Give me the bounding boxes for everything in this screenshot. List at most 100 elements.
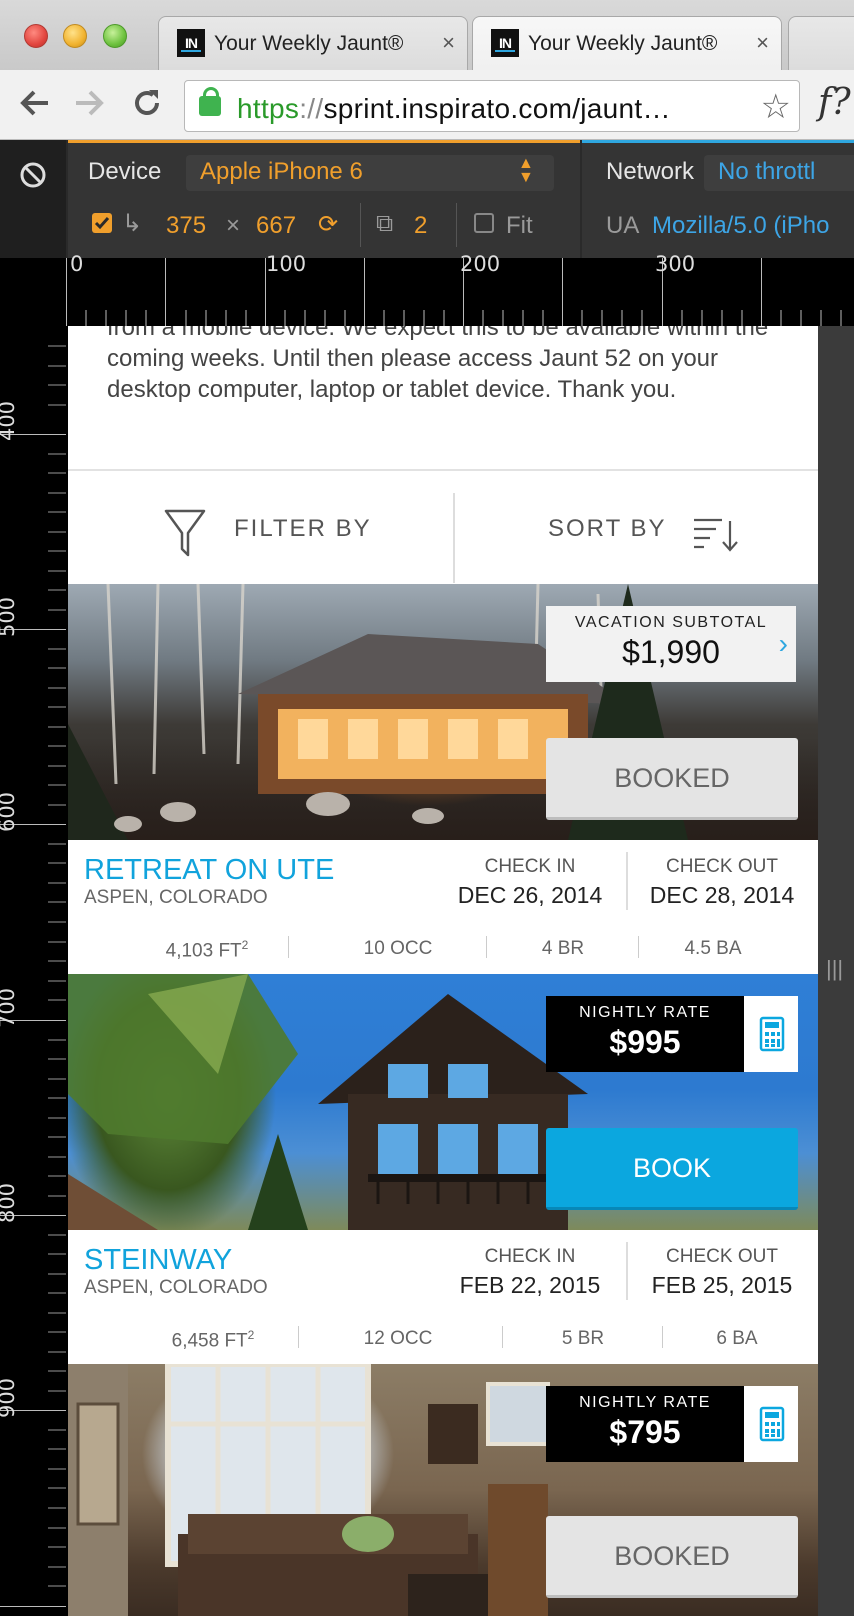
ua-label: UA [606,212,640,239]
rotate-icon[interactable]: ⟳ [318,210,338,239]
price-label: VACATION SUBTOTAL [574,614,768,631]
resolution-checkbox[interactable] [92,213,112,233]
price-value: $1,990 [622,634,720,670]
divider [486,936,487,958]
network-select[interactable]: No throttl [704,155,854,191]
ruler-label: 0 [70,252,84,276]
vacation-subtotal-box[interactable]: VACATION SUBTOTAL $1,990 › [546,606,796,682]
nightly-rate-box: NIGHTLY RATE $995 [546,996,744,1072]
network-settings: Network No throttl UA Mozilla/5.0 (iPho [582,140,854,258]
swap-dimensions-icon[interactable]: ↳ [122,209,142,238]
disable-emulation-icon[interactable] [19,161,47,189]
ruler-label: 500 [0,596,20,638]
price-label: NIGHTLY RATE [579,1004,711,1021]
calculator-icon[interactable] [744,1386,798,1462]
fit-label: Fit [506,212,533,239]
height-input[interactable]: 667 [256,212,296,240]
ruler-label: 400 [0,400,20,442]
network-select-value: No throttl [718,158,816,185]
sort-by-button[interactable]: SORT BY [548,515,666,543]
inspirato-favicon-icon: IN [177,29,205,57]
sort-icon[interactable] [692,517,740,558]
divider [288,936,289,958]
ruler-label: 200 [460,252,501,276]
divider [626,1242,628,1300]
price-value: $795 [609,1414,681,1450]
property-location: ASPEN, COLORADO [84,887,268,908]
calculator-icon[interactable] [744,996,798,1072]
check-out-label: CHECK OUT [666,856,778,877]
viewport-resize-gutter[interactable]: ||| [818,326,854,1616]
filter-by-button[interactable]: FILTER BY [234,515,372,543]
select-arrows-icon: ▲ ▼ [518,155,534,186]
vertical-ruler: 400 500 600 700 800 900 [0,326,66,1616]
mobile-notice-text: from a mobile device. We expect this to … [107,326,769,403]
check-out-date: FEB 25, 2015 [651,1272,793,1298]
booked-button[interactable]: BOOKED [546,738,798,820]
width-input[interactable]: 375 [166,212,206,240]
forward-icon[interactable] [72,86,106,127]
listing-photo[interactable]: VACATION SUBTOTAL $1,990 › BOOKED [68,584,818,840]
property-location: ASPEN, COLORADO [84,1277,268,1298]
bookmark-star-icon[interactable]: ☆ [761,87,791,127]
spec-square-feet: 4,103 FT2 [165,938,249,962]
ruler-label: 300 [655,252,696,276]
close-tab-icon[interactable]: × [756,30,769,56]
tab-title: Your Weekly Jaunt® [528,32,718,55]
book-button[interactable]: BOOK [546,1128,798,1210]
pixel-ratio-input[interactable]: 2 [414,212,427,240]
lock-icon [199,87,221,116]
extension-icon[interactable]: f? [818,82,851,123]
check-in-label: CHECK IN [484,856,576,877]
close-tab-icon[interactable]: × [442,30,455,56]
tab-bar: IN Your Weekly Jaunt® × IN Your Weekly J… [0,0,854,70]
minimize-window-button[interactable] [63,24,87,48]
new-tab-button[interactable] [788,16,854,70]
filter-icon[interactable] [164,509,206,564]
back-icon[interactable] [18,86,52,127]
devtools-left-panel [0,140,66,369]
check-in-date: DEC 26, 2014 [457,882,603,908]
divider [502,1326,503,1348]
ruler-label: 100 [266,252,307,276]
mobile-viewport: from a mobile device. We expect this to … [68,326,818,1616]
device-label: Device [88,158,162,185]
divider [626,852,628,910]
close-window-button[interactable] [24,24,48,48]
ruler-label: 600 [0,791,20,833]
divider [298,1326,299,1348]
listing-photo[interactable]: NIGHTLY RATE $995 BOOK [68,974,818,1230]
device-select[interactable]: Apple iPhone 6 ▲ ▼ [186,155,554,191]
spec-bathrooms: 4.5 BA [684,938,742,959]
user-agent-input[interactable]: Mozilla/5.0 (iPho [652,212,829,240]
spec-square-feet: 6,458 FT2 [171,1328,255,1352]
property-name[interactable]: STEINWAY [84,1244,232,1277]
browser-tab-1[interactable]: IN Your Weekly Jaunt® × [158,16,468,70]
resize-grip-icon[interactable]: ||| [826,956,843,982]
listing-photo[interactable]: NIGHTLY RATE $795 BOOKED [68,1364,818,1616]
url-text[interactable]: https://sprint.inspirato.com/jaunt… [237,93,671,125]
device-emulation-bar: Device Apple iPhone 6 ▲ ▼ ↳ 375 × 667 ⟳ ⧉… [0,140,854,369]
booked-button[interactable]: BOOKED [546,1516,798,1598]
ruler-label: 900 [0,1377,20,1419]
device-settings: Device Apple iPhone 6 ▲ ▼ ↳ 375 × 667 ⟳ ⧉… [68,140,580,258]
browser-window: IN Your Weekly Jaunt® × IN Your Weekly J… [0,0,854,1616]
spec-bathrooms: 6 BA [716,1328,758,1349]
chevron-right-icon[interactable]: › [779,628,788,660]
fit-checkbox[interactable] [474,213,494,233]
times-sign: × [226,212,241,239]
device-select-value: Apple iPhone 6 [200,158,363,185]
divider [360,203,361,247]
address-bar[interactable]: https://sprint.inspirato.com/jaunt… ☆ [184,80,800,132]
horizontal-ruler: 0 100 200 300 [66,252,854,326]
property-name[interactable]: RETREAT ON UTE [84,854,334,887]
browser-toolbar: https://sprint.inspirato.com/jaunt… ☆ f? [0,70,854,140]
check-out-label: CHECK OUT [666,1246,778,1267]
check-out-date: DEC 28, 2014 [649,882,795,908]
check-in-date: FEB 22, 2015 [459,1272,601,1298]
zoom-window-button[interactable] [103,24,127,48]
spec-occupancy: 10 OCC [363,938,433,959]
browser-tab-2[interactable]: IN Your Weekly Jaunt® × [472,16,782,70]
check-in-label: CHECK IN [484,1246,576,1267]
reload-icon[interactable] [130,86,164,127]
